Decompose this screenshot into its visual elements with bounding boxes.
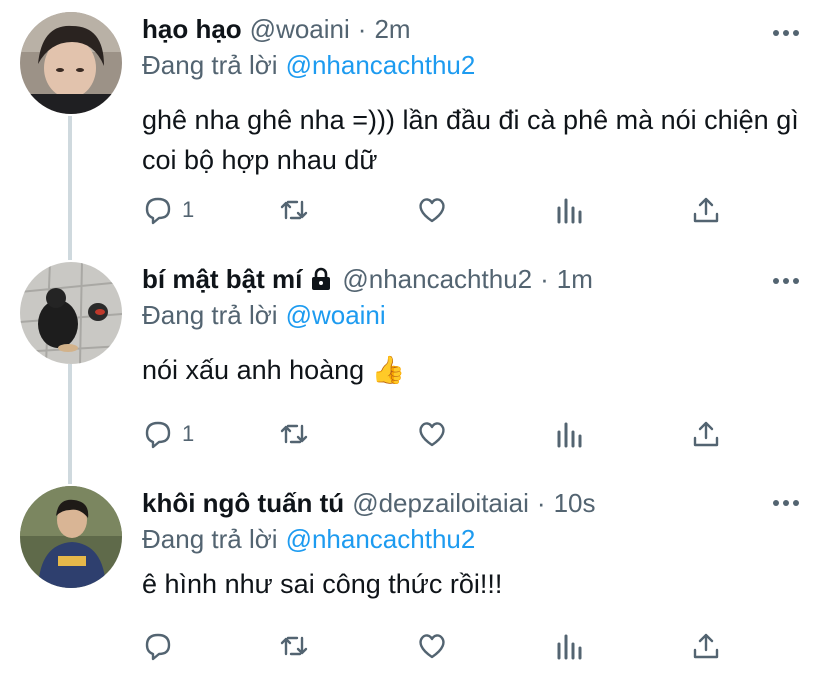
like-button[interactable]	[416, 414, 448, 454]
retweet-button[interactable]	[278, 626, 310, 666]
heart-icon	[419, 198, 445, 223]
retweet-icon	[280, 424, 308, 444]
reply-context: Đang trả lời @nhancachthu2	[142, 48, 808, 82]
avatar[interactable]	[20, 12, 122, 114]
more-horizontal-icon[interactable]	[772, 28, 800, 38]
display-name[interactable]: bí mật bật mí	[142, 262, 302, 296]
timestamp[interactable]: 10s	[554, 486, 596, 520]
tweet[interactable]: bí mật bật mí @nhancachthu2 · 1m Đang tr…	[0, 262, 828, 472]
avatar[interactable]	[20, 262, 122, 364]
tweet-actions	[0, 626, 828, 666]
display-name[interactable]: hạo hạo	[142, 12, 242, 46]
tweet-header: hạo hạo @woaini · 2m	[142, 12, 808, 46]
tweet-text: ê hình như sai công thức rồi!!!	[142, 569, 503, 599]
like-button[interactable]	[416, 626, 448, 666]
tweet-header: bí mật bật mí @nhancachthu2 · 1m	[142, 262, 808, 296]
tweet-text: ghê nha ghê nha =))) lần đầu đi cà phê m…	[142, 105, 799, 175]
like-button[interactable]	[416, 190, 448, 230]
reply-context: Đang trả lời @woaini	[142, 298, 808, 332]
analytics-icon	[557, 422, 582, 448]
reply-prefix: Đang trả lời	[142, 300, 278, 330]
reply-mention-link[interactable]: @nhancachthu2	[286, 50, 476, 80]
more-horizontal-icon[interactable]	[772, 276, 800, 286]
lock-icon	[312, 267, 331, 290]
reply-button[interactable]: 1	[142, 190, 194, 230]
timestamp[interactable]: 1m	[557, 262, 593, 296]
tweet-header: khôi ngô tuấn tú @depzailoitaiai · 10s	[142, 486, 808, 520]
retweet-button[interactable]	[278, 190, 310, 230]
share-icon	[693, 421, 719, 447]
analytics-button[interactable]	[554, 626, 586, 666]
share-button[interactable]	[690, 190, 722, 230]
analytics-icon	[557, 634, 582, 660]
tweet[interactable]: hạo hạo @woaini · 2m Đang trả lời @nhanca…	[0, 12, 828, 242]
reply-count: 1	[182, 197, 195, 222]
tweet-actions: 1	[0, 190, 828, 230]
reply-bubble-icon	[145, 421, 171, 449]
analytics-button[interactable]	[554, 190, 586, 230]
reply-count: 1	[182, 421, 195, 446]
user-handle[interactable]: @nhancachthu2	[342, 262, 532, 296]
share-icon	[693, 197, 719, 223]
tweet-actions: 1	[0, 414, 828, 454]
heart-icon	[419, 422, 445, 447]
reply-mention-link[interactable]: @woaini	[286, 300, 386, 330]
reply-prefix: Đang trả lời	[142, 524, 278, 554]
retweet-icon	[280, 200, 308, 220]
user-handle[interactable]: @depzailoitaiai	[352, 486, 529, 520]
tweet-text: nói xấu anh hoàng 👍	[142, 355, 406, 385]
share-button[interactable]	[690, 414, 722, 454]
tweet[interactable]: khôi ngô tuấn tú @depzailoitaiai · 10s Đ…	[0, 486, 828, 673]
reply-context: Đang trả lời @nhancachthu2	[142, 522, 808, 556]
share-button[interactable]	[690, 626, 722, 666]
heart-icon	[419, 634, 445, 659]
analytics-button[interactable]	[554, 414, 586, 454]
reply-prefix: Đang trả lời	[142, 50, 278, 80]
analytics-icon	[557, 198, 582, 224]
reply-button[interactable]: 1	[142, 414, 194, 454]
separator-dot: ·	[540, 264, 549, 294]
retweet-button[interactable]	[278, 414, 310, 454]
retweet-icon	[280, 636, 308, 656]
display-name[interactable]: khôi ngô tuấn tú	[142, 486, 344, 520]
separator-dot: ·	[357, 14, 367, 44]
user-handle[interactable]: @woaini	[250, 12, 350, 46]
reply-bubble-icon	[145, 633, 171, 661]
avatar[interactable]	[20, 486, 122, 588]
separator-dot: ·	[536, 488, 546, 518]
reply-mention-link[interactable]: @nhancachthu2	[286, 524, 476, 554]
share-icon	[693, 633, 719, 659]
reply-bubble-icon	[145, 197, 171, 225]
more-horizontal-icon[interactable]	[772, 498, 800, 508]
reply-button[interactable]	[142, 626, 182, 666]
timestamp[interactable]: 2m	[374, 12, 410, 46]
